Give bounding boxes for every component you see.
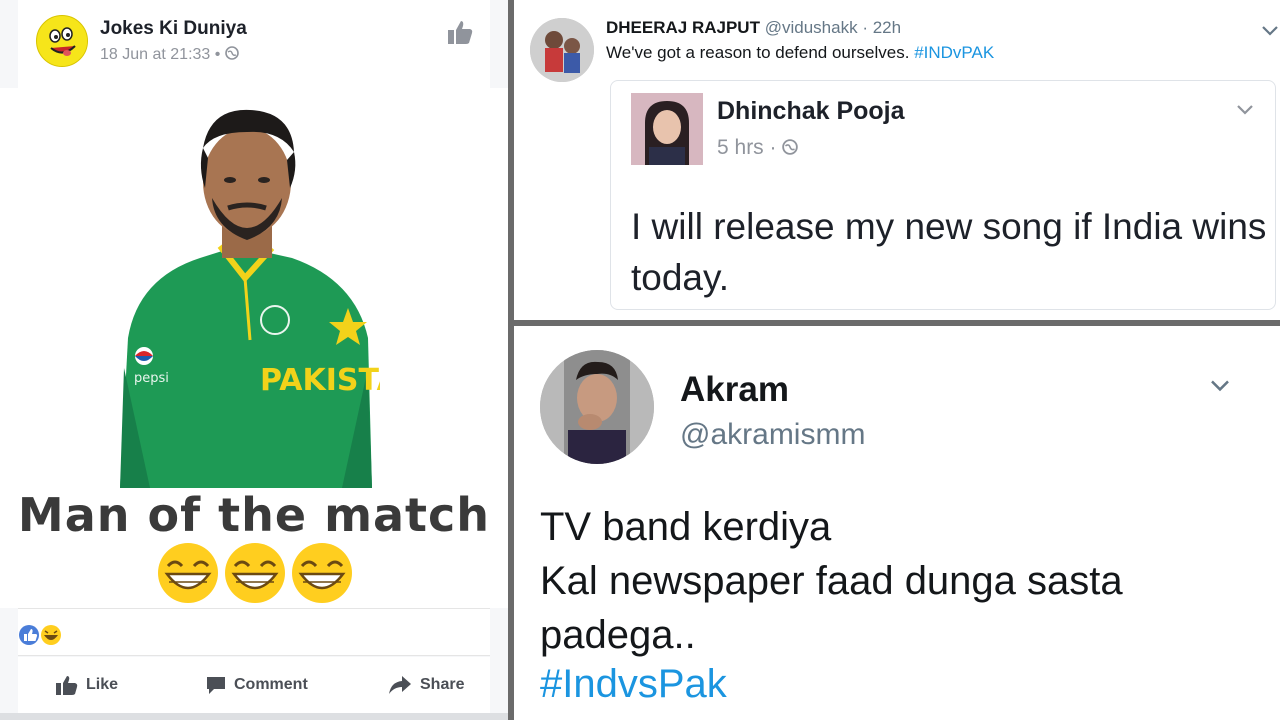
akram-avatar[interactable] xyxy=(540,350,654,464)
cricketer-photo: pepsi PAKISTA xyxy=(120,109,380,488)
tweet-text: We've got a reason to defend ourselves. … xyxy=(606,43,994,63)
akram-name[interactable]: Akram xyxy=(680,370,789,410)
comment-button[interactable]: Comment xyxy=(206,675,308,695)
post-timestamp[interactable]: 18 Jun at 21:33 xyxy=(100,46,210,63)
meta-separator: • xyxy=(214,46,221,63)
tweet-header: DHEERAJ RAJPUT @vidushakk · 22h xyxy=(606,18,901,38)
quoted-text: I will release my new song if India wins… xyxy=(631,206,1267,298)
quoted-avatar[interactable] xyxy=(631,93,703,165)
tweet-body: We've got a reason to defend ourselves. xyxy=(606,43,915,62)
hashtag-link[interactable]: #IndvsPak xyxy=(540,662,727,707)
page-name[interactable]: Jokes Ki Duniya xyxy=(100,18,247,40)
laughing-emojis-icon xyxy=(158,543,352,603)
post-header xyxy=(18,0,490,100)
avatar-photo xyxy=(530,18,594,82)
like-button[interactable]: Like xyxy=(56,675,118,695)
chevron-down-icon[interactable] xyxy=(1235,103,1255,117)
quoted-avatar-photo xyxy=(631,93,703,165)
akram-tweet-text: TV band kerdiya Kal newspaper faad dunga… xyxy=(540,500,1270,662)
share-arrow-icon xyxy=(389,676,411,694)
akram-avatar-photo xyxy=(540,350,654,464)
thumbs-up-icon xyxy=(56,676,78,695)
quoted-post[interactable]: Dhinchak Pooja 5 hrs · I will release my… xyxy=(610,80,1276,310)
akram-handle[interactable]: @akramismm xyxy=(680,418,865,452)
image-caption: Man of the match xyxy=(17,488,491,542)
like-label: Like xyxy=(86,676,119,693)
facebook-post: Jokes Ki Duniya 18 Jun at 21:33 • pepsi … xyxy=(0,0,508,720)
smiley-logo-icon xyxy=(38,17,87,66)
globe-icon xyxy=(782,139,799,155)
share-button[interactable]: Share xyxy=(388,675,464,695)
author-avatar[interactable] xyxy=(530,18,594,82)
tweet-line-1: TV band kerdiya xyxy=(540,505,832,549)
tweet-akram: Akram @akramismm TV band kerdiya Kal new… xyxy=(514,326,1280,720)
author-handle[interactable]: @vidushakk xyxy=(765,18,858,37)
tweet-dheeraj: DHEERAJ RAJPUT @vidushakk · 22h We've go… xyxy=(514,0,1280,320)
author-name[interactable]: DHEERAJ RAJPUT xyxy=(606,18,760,37)
bottom-divider xyxy=(0,713,508,720)
quoted-name[interactable]: Dhinchak Pooja xyxy=(717,97,905,126)
page-like-thumb-icon[interactable] xyxy=(446,18,474,46)
tweet-line-2: Kal newspaper faad dunga sasta padega.. xyxy=(540,559,1123,657)
quoted-meta: 5 hrs · xyxy=(717,136,799,160)
chevron-down-icon[interactable] xyxy=(1260,24,1280,38)
tweet-time[interactable]: · 22h xyxy=(862,18,901,37)
post-actions: Like Comment Share xyxy=(18,657,490,713)
reactions-bar[interactable] xyxy=(18,608,490,656)
post-meta: 18 Jun at 21:33 • xyxy=(100,46,239,64)
globe-icon xyxy=(225,46,239,60)
like-haha-reaction-icons xyxy=(19,625,61,645)
post-image[interactable]: pepsi PAKISTA Man of the match xyxy=(0,88,508,608)
page-avatar[interactable] xyxy=(36,15,88,67)
share-label: Share xyxy=(420,676,465,693)
quoted-time[interactable]: 5 hrs · xyxy=(717,136,777,159)
jersey-text: PAKISTA xyxy=(260,363,380,398)
hashtag-link[interactable]: #INDvPAK xyxy=(914,43,994,62)
comment-bubble-icon xyxy=(207,677,225,694)
comment-label: Comment xyxy=(234,676,308,693)
sponsor-text: pepsi xyxy=(134,371,169,386)
chevron-down-icon[interactable] xyxy=(1208,378,1232,394)
